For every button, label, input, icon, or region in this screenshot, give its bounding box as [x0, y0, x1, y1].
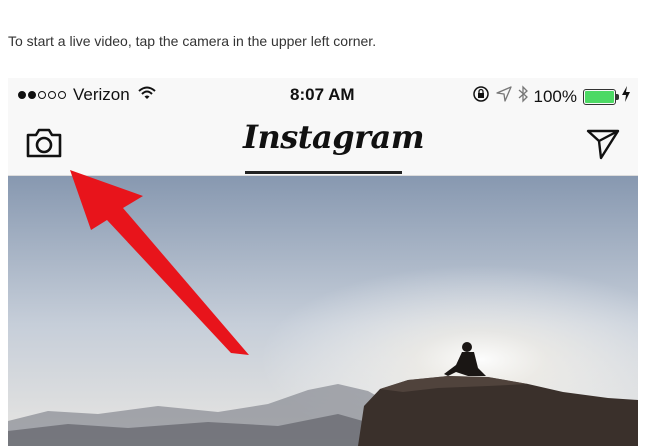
orientation-lock-icon	[472, 85, 490, 108]
logo-underline	[245, 171, 402, 174]
status-time: 8:07 AM	[290, 85, 355, 104]
instagram-nav-bar: Instagram	[8, 112, 638, 176]
direct-message-icon	[586, 129, 620, 160]
instagram-logo: Instagram	[243, 118, 425, 156]
instagram-screenshot: Verizon 8:07 AM 100% Instagram	[8, 78, 638, 446]
camera-button[interactable]	[24, 125, 64, 161]
charging-icon	[622, 86, 630, 107]
signal-dot	[18, 91, 26, 99]
bluetooth-icon	[518, 85, 528, 108]
battery-fill	[585, 90, 614, 103]
wifi-icon	[138, 85, 156, 105]
signal-dot	[58, 91, 66, 99]
direct-message-button[interactable]	[586, 126, 620, 160]
signal-dot	[48, 91, 56, 99]
signal-dot	[38, 91, 46, 99]
status-bar: Verizon 8:07 AM 100%	[8, 78, 638, 112]
cell-signal: Verizon	[18, 85, 156, 105]
instruction-caption: To start a live video, tap the camera in…	[8, 33, 377, 49]
carrier-name: Verizon	[73, 85, 130, 104]
signal-dot	[28, 91, 36, 99]
battery-percent: 100%	[533, 86, 577, 106]
feed-photo[interactable]	[8, 176, 638, 446]
battery-nub	[616, 93, 619, 100]
camera-icon	[26, 128, 62, 158]
battery-icon	[583, 88, 619, 105]
location-icon	[495, 86, 512, 107]
status-indicators: 100%	[466, 85, 630, 108]
